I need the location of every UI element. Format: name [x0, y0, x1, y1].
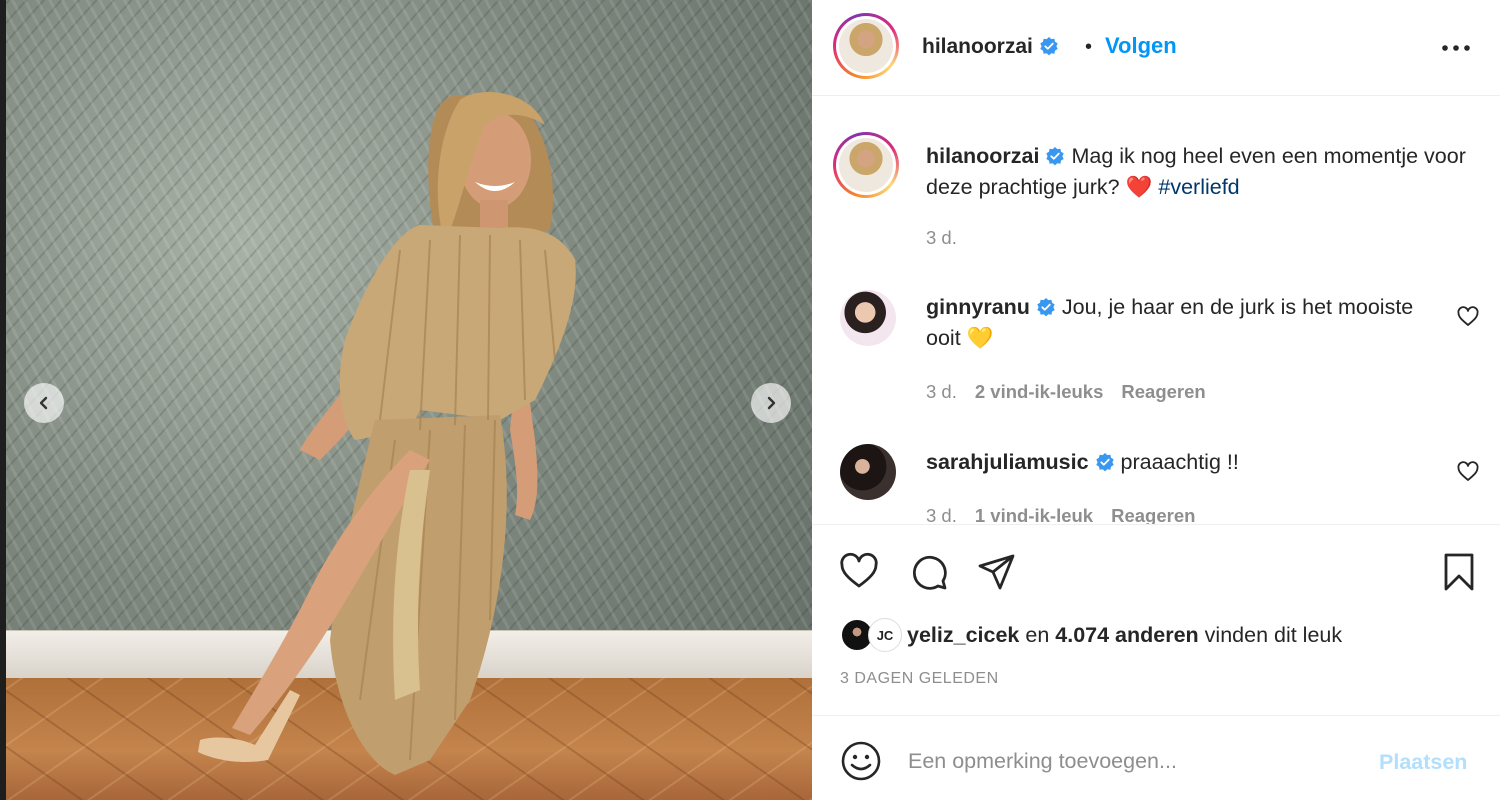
next-photo-button[interactable] [751, 383, 791, 423]
post-header: hilanoorzai • Volgen [812, 0, 1500, 96]
caption-time[interactable]: 3 d. [926, 227, 957, 248]
red-heart-emoji: ❤️ [1125, 175, 1153, 199]
post-photo[interactable] [0, 0, 812, 800]
header-separator: • [1085, 36, 1093, 58]
caption-avatar[interactable] [833, 132, 899, 198]
caption-meta: 3 d. [926, 227, 957, 249]
comment-input[interactable] [908, 740, 1358, 782]
photo-subject [198, 92, 576, 775]
post-timestamp[interactable]: 3 DAGEN GELEDEN [840, 670, 999, 688]
author-username-row: hilanoorzai [922, 35, 1059, 59]
liker-avatar[interactable]: JC [868, 618, 902, 652]
previous-photo-button[interactable] [24, 383, 64, 423]
comment-like-heart-icon[interactable] [1456, 460, 1480, 484]
verified-icon [1040, 37, 1058, 56]
comment-time[interactable]: 3 d. [926, 505, 957, 524]
likes-text: yeliz_cicek en 4.074 anderen vinden dit … [907, 623, 1342, 648]
author-avatar[interactable] [833, 13, 899, 79]
verified-icon [1037, 298, 1055, 317]
post-comment-button[interactable]: Plaatsen [1379, 750, 1467, 775]
follow-button[interactable]: Volgen [1105, 33, 1177, 59]
caption-hashtag[interactable]: #verliefd [1158, 175, 1239, 199]
likes-suffix: vinden dit leuk [1204, 623, 1343, 647]
more-icon[interactable] [1438, 30, 1474, 66]
caption-username[interactable]: hilanoorzai [926, 144, 1039, 168]
author-username[interactable]: hilanoorzai [922, 35, 1033, 58]
comment-likes[interactable]: 2 vind-ik-leuks [975, 381, 1104, 402]
add-comment-bar: Plaatsen [812, 715, 1500, 800]
comment: sarahjuliamusic praaachtig !! [926, 447, 1436, 478]
action-bar [812, 545, 1500, 597]
share-icon[interactable] [976, 551, 1018, 593]
comment-username[interactable]: sarahjuliamusic [926, 450, 1089, 474]
comment-time[interactable]: 3 d. [926, 381, 957, 402]
first-liker[interactable]: yeliz_cicek [907, 623, 1019, 647]
emoji-icon[interactable] [840, 740, 882, 782]
verified-icon [1095, 453, 1114, 472]
comment-likes[interactable]: 1 vind-ik-leuk [975, 505, 1093, 524]
comment: ginnyranu Jou, je haar en de jurk is het… [926, 292, 1436, 354]
comments-list[interactable]: hilanoorzai Mag ik nog heel even een mom… [812, 97, 1500, 525]
caption: hilanoorzai Mag ik nog heel even een mom… [926, 141, 1486, 203]
chevron-left-icon [39, 396, 48, 410]
post-sidebar: hilanoorzai • Volgen hilanoorzai Mag ik … [812, 0, 1500, 800]
reply-button[interactable]: Reageren [1121, 381, 1205, 402]
bookmark-icon[interactable] [1438, 551, 1480, 593]
comment-icon[interactable] [908, 551, 950, 593]
comment-text: praaachtig !! [1120, 450, 1239, 474]
likes-summary: JC yeliz_cicek en 4.074 anderen vinden d… [840, 618, 1490, 654]
commenter-avatar[interactable] [840, 290, 896, 346]
yellow-heart-emoji: 💛 [966, 326, 994, 350]
likes-count[interactable]: 4.074 anderen [1055, 623, 1198, 647]
comment-username[interactable]: ginnyranu [926, 295, 1030, 319]
likes-connector: en [1025, 623, 1050, 647]
heart-icon[interactable] [838, 551, 880, 593]
chevron-right-icon [767, 396, 776, 410]
comment-like-heart-icon[interactable] [1456, 305, 1480, 329]
verified-icon [1046, 147, 1065, 166]
comment-meta: 3 d. 1 vind-ik-leuk Reageren [926, 505, 1195, 524]
commenter-avatar[interactable] [840, 444, 896, 500]
comment-meta: 3 d. 2 vind-ik-leuks Reageren [926, 381, 1206, 403]
reply-button[interactable]: Reageren [1111, 505, 1195, 524]
